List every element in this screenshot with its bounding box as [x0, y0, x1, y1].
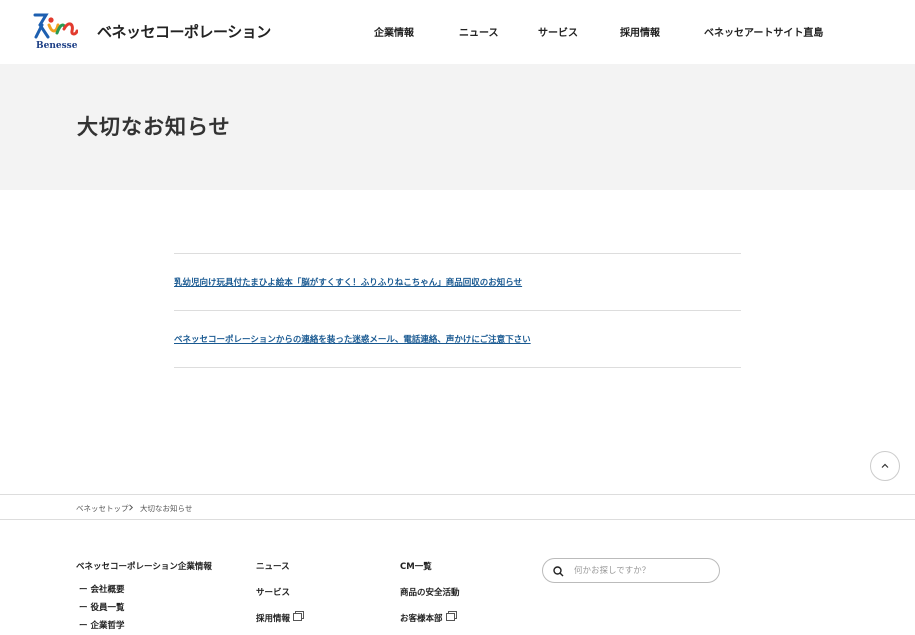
breadcrumb-home[interactable]: ベネッセトップ [76, 503, 129, 514]
search-box [542, 558, 720, 583]
search-input[interactable] [574, 563, 714, 578]
page-hero: 大切なお知らせ [0, 64, 915, 190]
search-icon [553, 566, 564, 577]
footer-link-recruit[interactable]: 採用情報 [256, 612, 303, 624]
footer-link-product-safety[interactable]: 商品の安全活動 [400, 586, 460, 598]
nav-item-news[interactable]: ニュース [459, 24, 499, 39]
footer-link-customer-center[interactable]: お客様本部 [400, 612, 455, 624]
brand-name[interactable]: ベネッセコーポレーション [97, 21, 271, 42]
footer-link-services[interactable]: サービス [256, 586, 290, 598]
list-item: 乳幼児向け玩具付たまひよ絵本「脳がすくすく！ふりふりねこちゃん」商品回収のお知ら… [174, 254, 741, 311]
footer-link-customer-center-label: お客様本部 [400, 614, 443, 624]
footer-link-cm-list[interactable]: CM一覧 [400, 560, 432, 572]
nav-item-recruit[interactable]: 採用情報 [620, 24, 660, 39]
footer-link-officers[interactable]: ー 役員一覧 [79, 601, 124, 613]
notice-list: 乳幼児向け玩具付たまひよ絵本「脳がすくすく！ふりふりねこちゃん」商品回収のお知ら… [174, 253, 741, 368]
footer-link-news[interactable]: ニュース [256, 560, 290, 572]
footer-link-recruit-label: 採用情報 [256, 614, 291, 624]
nav-item-art-site[interactable]: ベネッセアートサイト直島 [704, 24, 823, 39]
notice-link[interactable]: 乳幼児向け玩具付たまひよ絵本「脳がすくすく！ふりふりねこちゃん」商品回収のお知ら… [174, 276, 522, 288]
nav-item-corporate[interactable]: 企業情報 [374, 24, 414, 39]
chevron-up-icon [881, 463, 889, 468]
chevron-right-icon [129, 504, 134, 511]
footer-link-philosophy[interactable]: ー 企業哲学 [79, 619, 124, 631]
notice-link[interactable]: ベネッセコーポレーションからの連絡を装った迷惑メール、電話連絡、声かけにご注意下… [174, 333, 531, 345]
nav-item-services[interactable]: サービス [538, 24, 578, 39]
list-item: ベネッセコーポレーションからの連絡を装った迷惑メール、電話連絡、声かけにご注意下… [174, 311, 741, 368]
page-title: 大切なお知らせ [77, 115, 231, 139]
logo-text: Benesse [36, 41, 78, 51]
breadcrumb: ベネッセトップ 大切なお知らせ [0, 494, 915, 520]
footer-link-company-profile[interactable]: ー 会社概要 [79, 583, 124, 595]
breadcrumb-current: 大切なお知らせ [140, 504, 193, 513]
footer-corporate-heading[interactable]: ベネッセコーポレーション企業情報 [76, 560, 212, 572]
external-link-icon [445, 613, 455, 621]
back-to-top-button[interactable] [870, 451, 900, 481]
site-header: Benesse ベネッセコーポレーション 企業情報 ニュース サービス 採用情報… [0, 0, 915, 64]
external-link-icon [293, 613, 303, 621]
